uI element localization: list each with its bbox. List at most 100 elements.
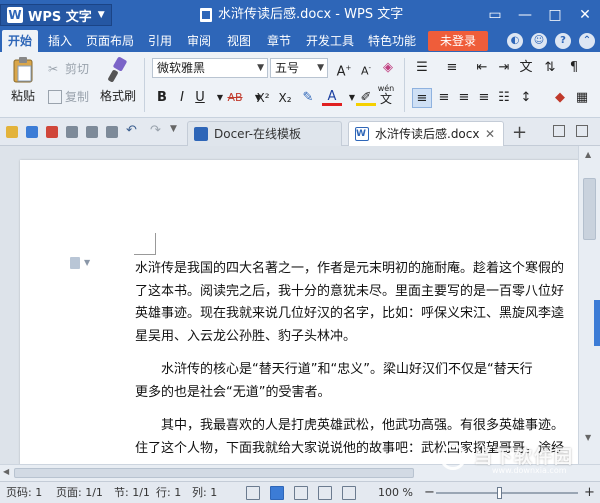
login-button[interactable]: 未登录	[428, 31, 488, 51]
show-marks-icon[interactable]: ¶	[564, 58, 584, 78]
clear-format-icon[interactable]: ◈	[378, 58, 398, 78]
tab-page-layout[interactable]: 页面布局	[80, 30, 140, 52]
font-size-select[interactable]: 五号 ▼	[270, 58, 328, 78]
superscript-button[interactable]: X²	[252, 88, 274, 108]
tab-review[interactable]: 审阅	[181, 30, 217, 52]
bullet-list-icon[interactable]: ☰	[412, 58, 432, 78]
chinese-layout-icon[interactable]: 文	[516, 58, 536, 78]
zoom-level[interactable]: 100 %	[378, 482, 413, 503]
tab-special[interactable]: 特色功能	[362, 30, 422, 52]
scroll-up-icon[interactable]: ▲	[585, 150, 591, 159]
font-color-button[interactable]: A	[322, 88, 342, 106]
numbered-list-icon[interactable]: ≡	[442, 58, 462, 78]
restore-tab-icon[interactable]	[576, 125, 588, 137]
paragraph-line: 水浒传是我国的四大名著之一，作者是元末明初的施耐庵。趁着这个寒假的	[135, 261, 565, 276]
copy-button[interactable]: 复制	[48, 88, 89, 105]
word-doc-icon	[355, 122, 369, 146]
minimize-button[interactable]: —	[510, 0, 540, 30]
print-icon[interactable]	[66, 126, 78, 138]
underline-button[interactable]: U	[190, 88, 210, 108]
tab-chapter[interactable]: 章节	[261, 30, 297, 52]
window-title: 水浒传读后感.docx - WPS 文字	[200, 0, 403, 30]
docer-icon	[194, 127, 208, 141]
strikethrough-button[interactable]: AB	[222, 88, 248, 108]
view-mode-icon[interactable]	[246, 486, 260, 500]
window-controls: ▭ — □ ✕	[480, 0, 600, 30]
zoom-out-icon[interactable]: −	[424, 482, 435, 503]
zoom-preview-icon[interactable]	[106, 126, 118, 138]
chevron-down-icon[interactable]: ▼	[170, 124, 177, 134]
sort-icon[interactable]: ⇅	[540, 58, 560, 78]
page-view-icon[interactable]	[270, 486, 284, 500]
outdent-icon[interactable]: ⇤	[472, 58, 492, 78]
app-menu-button[interactable]: W WPS 文字 ▼	[0, 4, 112, 26]
web-view-icon[interactable]	[318, 486, 332, 500]
side-panel-handle[interactable]	[594, 300, 600, 346]
paragraph-line: 其中，我最喜欢的人是打虎英雄武松，他武功高强。有很多英雄事迹。	[161, 418, 565, 433]
close-tab-icon[interactable]: ✕	[485, 122, 495, 146]
align-right-icon[interactable]: ≡	[454, 88, 474, 108]
scroll-left-icon[interactable]: ◀	[3, 467, 9, 476]
outline-view-icon[interactable]	[294, 486, 308, 500]
save-icon[interactable]	[26, 126, 38, 138]
close-button[interactable]: ✕	[570, 0, 600, 30]
align-center-icon[interactable]: ≡	[434, 88, 454, 108]
cut-button[interactable]: ✂ 剪切	[48, 60, 89, 77]
tab-active-document[interactable]: 水浒传读后感.docx ✕	[348, 121, 504, 146]
watermark-logo-icon	[440, 444, 466, 470]
zoom-slider-track[interactable]	[436, 492, 578, 494]
tab-references[interactable]: 引用	[142, 30, 178, 52]
status-page-number[interactable]: 页码: 1	[6, 482, 42, 503]
align-left-icon[interactable]: ≡	[412, 88, 432, 108]
open-folder-icon[interactable]	[6, 126, 18, 138]
italic-button[interactable]: I	[172, 88, 192, 108]
tab-insert[interactable]: 插入	[42, 30, 78, 52]
grow-font-icon[interactable]: A+	[334, 58, 354, 79]
menu-bar: 开始 插入 页面布局 引用 审阅 视图 章节 开发工具 特色功能 未登录 ◐ ☺…	[0, 30, 600, 52]
highlight-icon[interactable]: ✐	[356, 88, 376, 106]
paste-button[interactable]: 粘贴	[6, 56, 40, 104]
borders-icon[interactable]: ▦	[572, 88, 592, 108]
tab-view[interactable]: 视图	[221, 30, 257, 52]
line-spacing-icon[interactable]: ↕	[516, 88, 536, 108]
export-pdf-icon[interactable]	[46, 126, 58, 138]
document-page[interactable]: ▼ 水浒传是我国的四大名著之一，作者是元末明初的施耐庵。趁着这个寒假的 了这本书…	[20, 160, 578, 464]
print-preview-icon[interactable]	[86, 126, 98, 138]
distributed-icon[interactable]: ☷	[494, 88, 514, 108]
undo-icon[interactable]: ↶	[126, 123, 137, 138]
indent-icon[interactable]: ⇥	[494, 58, 514, 78]
text-effect-icon[interactable]: ✎	[298, 88, 318, 108]
help-icon[interactable]: ?	[555, 33, 571, 49]
collapse-ribbon-icon[interactable]: ⌃	[579, 33, 595, 49]
shrink-font-icon[interactable]: A-	[356, 58, 376, 78]
paste-icon	[13, 57, 33, 83]
reading-view-icon[interactable]	[342, 486, 356, 500]
redo-icon[interactable]: ↷	[150, 123, 161, 138]
horizontal-scroll-thumb[interactable]	[14, 468, 414, 478]
document-body[interactable]: 水浒传是我国的四大名著之一，作者是元末明初的施耐庵。趁着这个寒假的 了这本书。阅…	[135, 258, 578, 460]
new-tab-button[interactable]: +	[512, 122, 527, 143]
feedback-icon[interactable]: ☺	[531, 33, 547, 49]
paragraph-layout-icon[interactable]	[70, 257, 80, 269]
tab-list-icon[interactable]	[553, 125, 565, 137]
maximize-button[interactable]: □	[540, 0, 570, 30]
phonetic-guide-button[interactable]: wén 文	[374, 84, 398, 105]
font-name-select[interactable]: 微软雅黑 ▼	[152, 58, 268, 78]
subscript-button[interactable]: X₂	[274, 88, 296, 108]
bold-button[interactable]: B	[152, 88, 172, 108]
paragraph-line: 星吴用、入云龙公孙胜、豹子头林冲。	[135, 328, 357, 344]
justify-icon[interactable]: ≡	[474, 88, 494, 108]
tab-home[interactable]: 开始	[2, 30, 39, 52]
tab-developer[interactable]: 开发工具	[300, 30, 360, 52]
shading-icon[interactable]: ◆	[550, 88, 570, 108]
vertical-scroll-thumb[interactable]	[583, 178, 596, 240]
ribbon-divider	[144, 58, 145, 112]
format-painter-button[interactable]: 格式刷	[98, 56, 138, 104]
chevron-down-icon[interactable]: ▼	[84, 258, 90, 267]
zoom-slider-knob[interactable]	[497, 487, 503, 499]
ribbon-divider	[404, 58, 405, 112]
skin-icon[interactable]: ▭	[480, 0, 510, 30]
skin-change-icon[interactable]: ◐	[507, 33, 523, 49]
tab-docer-templates[interactable]: Docer-在线模板	[187, 121, 342, 146]
zoom-in-icon[interactable]: +	[584, 482, 595, 503]
